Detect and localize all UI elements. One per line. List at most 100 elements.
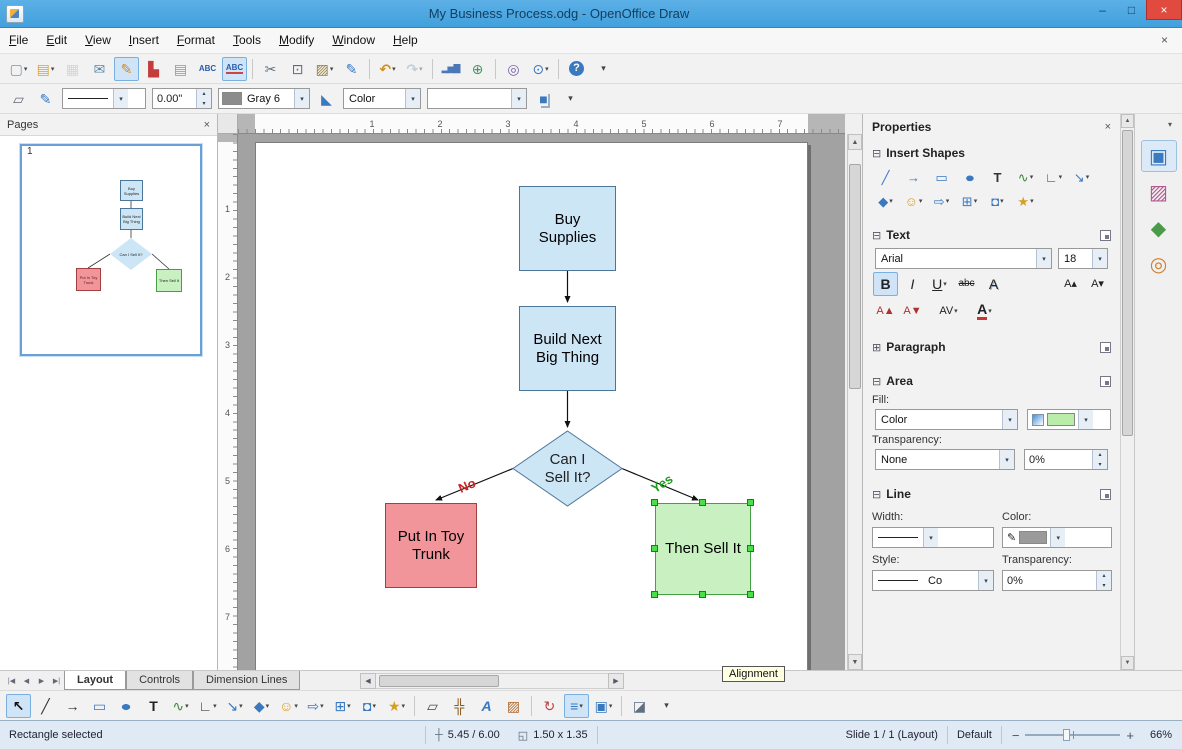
sidebar-scrollbar-thumb[interactable] xyxy=(1122,130,1133,437)
vertical-scrollbar[interactable]: ▲ ▼ xyxy=(847,134,862,670)
collapse-icon[interactable]: ⊟ xyxy=(872,229,881,242)
dropdown-icon[interactable]: ▾ xyxy=(978,571,993,590)
horizontal-scrollbar[interactable]: ◀ ▶ xyxy=(360,673,624,689)
paragraph-panel-dialog-icon[interactable] xyxy=(1100,341,1111,353)
sidebar-scrollbar-track[interactable] xyxy=(1121,128,1134,656)
first-page-button[interactable]: |◀ xyxy=(4,671,19,690)
collapse-icon[interactable]: ⊟ xyxy=(872,488,881,501)
shrink-font-icon[interactable]: A▼ xyxy=(900,299,925,323)
text-tool[interactable]: T xyxy=(141,694,166,718)
line-style-select[interactable]: ▾ xyxy=(62,88,146,109)
menu-edit[interactable]: Edit xyxy=(37,28,76,53)
flowchart-node-buy-supplies[interactable]: Buy Supplies xyxy=(519,186,616,271)
zoom-out-icon[interactable]: − xyxy=(1012,728,1020,743)
selection-handle[interactable] xyxy=(651,591,658,598)
edit-points-tool[interactable]: ▱ xyxy=(420,694,445,718)
minimize-button[interactable]: – xyxy=(1088,0,1117,20)
toolbar-options-icon[interactable]: ▾ xyxy=(591,57,616,81)
selection-handle[interactable] xyxy=(699,591,706,598)
open-icon[interactable]: ▤ ▾ xyxy=(33,57,58,81)
navigator-icon[interactable]: ◎ xyxy=(501,57,526,81)
callouts-icon[interactable]: ◘ ▾ xyxy=(984,190,1011,212)
menu-window[interactable]: Window xyxy=(323,28,384,53)
rectangle-tool[interactable]: ▭ xyxy=(87,694,112,718)
rectangle-shape-icon[interactable]: ▭ xyxy=(928,166,955,188)
lines-arrows-shape-icon[interactable]: ↘ ▾ xyxy=(1068,166,1095,188)
grow-font-icon[interactable]: A▲ xyxy=(873,299,898,323)
zoom-slider-thumb[interactable] xyxy=(1063,729,1071,741)
underline-button[interactable]: U ▾ xyxy=(927,272,952,296)
rotate-tool[interactable]: ↻ xyxy=(537,694,562,718)
horizontal-scrollbar-track[interactable] xyxy=(376,673,608,689)
line-transparency-input[interactable]: 0% ▴ ▾ xyxy=(1002,570,1112,591)
undo-icon[interactable]: ↶ ▾ xyxy=(375,57,400,81)
shadow-icon[interactable]: ■ xyxy=(531,87,556,111)
zoom-slider[interactable] xyxy=(1025,729,1121,741)
font-color-icon[interactable]: A ▾ xyxy=(972,299,997,323)
scroll-left-icon[interactable]: ◀ xyxy=(360,673,376,689)
area-panel-dialog-icon[interactable] xyxy=(1100,375,1111,387)
fill-type-select-sidebar[interactable]: Color ▾ xyxy=(875,409,1018,430)
vertical-scrollbar-track[interactable] xyxy=(848,150,862,654)
copy-icon[interactable]: ⊡ xyxy=(285,57,310,81)
flowchart-node-put-in-toy-trunk[interactable]: Put In Toy Trunk xyxy=(385,503,477,588)
menu-file[interactable]: File xyxy=(0,28,37,53)
increment-icon[interactable]: ▴ xyxy=(1097,571,1111,581)
dropdown-icon[interactable]: ▾ xyxy=(113,89,128,108)
page-thumbnail[interactable]: Buy Supplies Build Next Big Thing Can I … xyxy=(20,144,202,356)
close-document-icon[interactable]: × xyxy=(1147,28,1182,53)
maximize-button[interactable]: □ xyxy=(1117,0,1146,20)
scroll-right-icon[interactable]: ▶ xyxy=(608,673,624,689)
dropdown-icon[interactable]: ▾ xyxy=(294,89,309,108)
cut-icon[interactable]: ✂ xyxy=(258,57,283,81)
lines-arrows-tool[interactable]: ↘ ▾ xyxy=(222,694,247,718)
decrement-icon[interactable]: ▾ xyxy=(1097,581,1111,591)
zoom-in-icon[interactable]: + xyxy=(1126,728,1134,743)
decrement-icon[interactable]: ▾ xyxy=(197,99,211,109)
glue-points-icon[interactable]: ✎ xyxy=(33,87,58,111)
last-page-button[interactable]: ▶| xyxy=(49,671,64,690)
fill-type-select[interactable]: Color ▾ xyxy=(343,88,421,109)
decrement-icon[interactable]: ▾ xyxy=(1093,460,1107,470)
toolbar-options-icon[interactable]: ▾ xyxy=(558,87,583,111)
close-button[interactable]: × xyxy=(1146,0,1182,20)
redo-icon[interactable]: ↷ ▾ xyxy=(402,57,427,81)
menu-modify[interactable]: Modify xyxy=(270,28,323,53)
dropdown-icon[interactable]: ▾ xyxy=(1036,249,1051,268)
callouts-tool[interactable]: ◘ ▾ xyxy=(357,694,382,718)
fill-color-picker[interactable]: ▾ xyxy=(1027,409,1111,430)
pages-panel-close-icon[interactable]: × xyxy=(204,119,210,131)
fill-can-icon[interactable]: ◣ xyxy=(314,87,339,111)
collapse-icon[interactable]: ⊟ xyxy=(872,147,881,160)
tab-dimension-lines[interactable]: Dimension Lines xyxy=(193,671,301,690)
line-color-picker[interactable]: ✎ ▾ xyxy=(1002,527,1112,548)
alignment-tool[interactable]: ≡ ▾ xyxy=(564,693,589,718)
strikethrough-button[interactable]: abc xyxy=(954,272,979,296)
scroll-down-icon[interactable]: ▼ xyxy=(1121,656,1134,670)
tab-controls[interactable]: Controls xyxy=(126,671,194,690)
chart-icon[interactable]: ▂▅▇ xyxy=(438,57,463,81)
extrusion-icon[interactable]: ◪ xyxy=(627,694,652,718)
sidebar-gallery-tab[interactable]: ▨ xyxy=(1141,176,1177,208)
selection-handle[interactable] xyxy=(747,545,754,552)
toolbar-options-icon[interactable]: ▾ xyxy=(654,694,679,718)
selection-handle[interactable] xyxy=(747,591,754,598)
basic-shapes-icon[interactable]: ◆ ▾ xyxy=(872,190,899,212)
autospellcheck-icon[interactable]: ABC xyxy=(222,56,247,81)
menu-view[interactable]: View xyxy=(76,28,120,53)
fontwork-gallery-icon[interactable]: A xyxy=(474,694,499,718)
italic-button[interactable]: I xyxy=(900,272,925,296)
collapse-icon[interactable]: ⊟ xyxy=(872,375,881,388)
selection-handle[interactable] xyxy=(651,499,658,506)
dropdown-icon[interactable]: ▾ xyxy=(1002,410,1017,429)
text-shape-icon[interactable]: T xyxy=(984,166,1011,188)
line-panel-dialog-icon[interactable] xyxy=(1100,488,1111,500)
area-transparency-input[interactable]: 0% ▴ ▾ xyxy=(1024,449,1108,470)
basic-shapes-tool[interactable]: ◆ ▾ xyxy=(249,694,274,718)
curve-shape-icon[interactable]: ∿ ▾ xyxy=(1012,166,1039,188)
line-tool[interactable]: ╱ xyxy=(33,694,58,718)
arrow-shape-icon[interactable]: → xyxy=(900,166,927,188)
selection-handle[interactable] xyxy=(747,499,754,506)
dropdown-icon[interactable]: ▾ xyxy=(923,528,938,547)
block-arrows-tool[interactable]: ⇨ ▾ xyxy=(303,694,328,718)
